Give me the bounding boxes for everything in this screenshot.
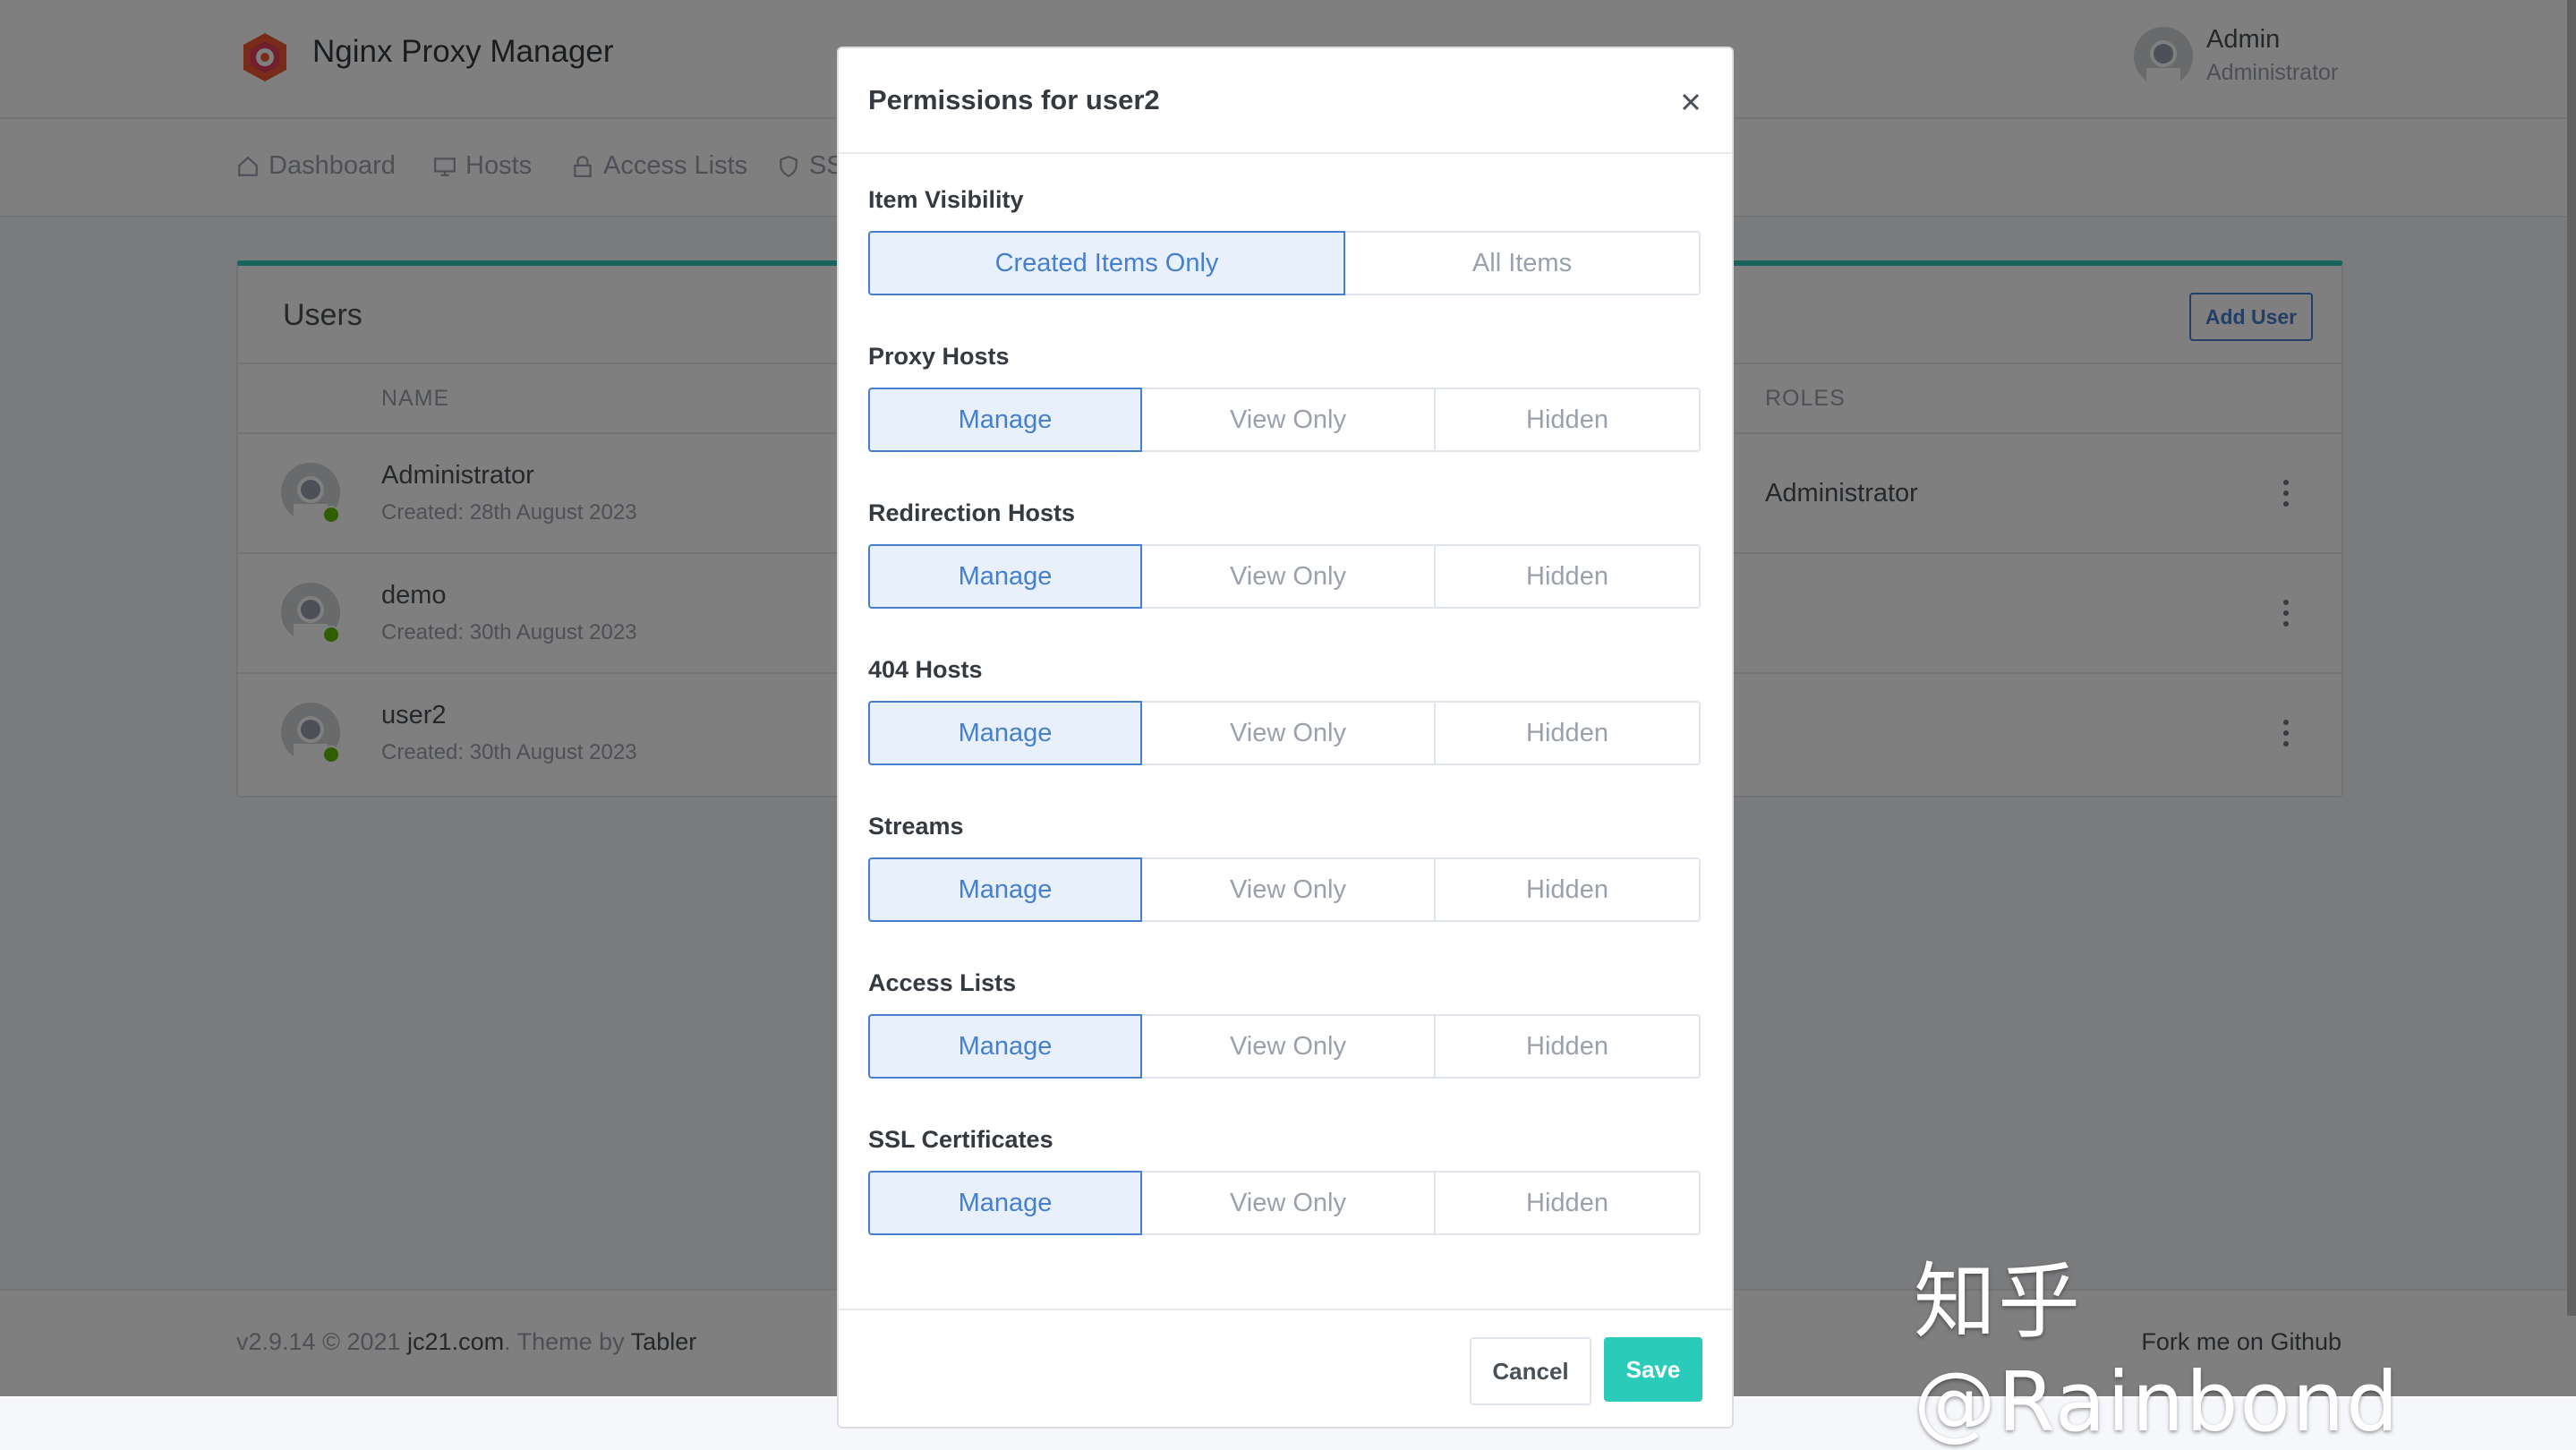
item-visibility-label: Item Visibility [868,186,1024,213]
ssl-certificates-label: SSL Certificates [868,1126,1053,1153]
manage-option[interactable]: Manage [868,388,1142,452]
page: Nginx Proxy Manager Admin Administrator … [0,0,2576,1450]
manage-option[interactable]: Manage [868,857,1142,922]
view-only-option[interactable]: View Only [1140,544,1436,609]
access-lists-label: Access Lists [868,969,1017,996]
ssl-certificates-selector: Manage View Only Hidden [868,1171,1701,1235]
view-only-option[interactable]: View Only [1140,857,1436,922]
close-button[interactable] [1675,86,1707,118]
404-hosts-selector: Manage View Only Hidden [868,701,1701,765]
view-only-option[interactable]: View Only [1140,1171,1436,1235]
redirection-hosts-selector: Manage View Only Hidden [868,544,1701,609]
streams-label: Streams [868,813,964,840]
modal-header: Permissions for user2 [839,48,1732,154]
hidden-option[interactable]: Hidden [1434,1171,1701,1235]
proxy-hosts-selector: Manage View Only Hidden [868,388,1701,452]
item-visibility-selector: Created Items Only All Items [868,231,1701,295]
manage-option[interactable]: Manage [868,701,1142,765]
hidden-option[interactable]: Hidden [1434,544,1701,609]
view-only-option[interactable]: View Only [1140,388,1436,452]
404-hosts-label: 404 Hosts [868,656,983,683]
modal-title: Permissions for user2 [868,84,1160,115]
hidden-option[interactable]: Hidden [1434,1014,1701,1079]
permissions-modal: Permissions for user2 Item Visibility Cr… [837,47,1734,1429]
hidden-option[interactable]: Hidden [1434,701,1701,765]
visibility-all-items-option[interactable]: All Items [1343,231,1701,295]
manage-option[interactable]: Manage [868,1014,1142,1079]
manage-option[interactable]: Manage [868,1171,1142,1235]
close-icon [1682,93,1700,111]
proxy-hosts-label: Proxy Hosts [868,343,1010,370]
cancel-button[interactable]: Cancel [1470,1337,1591,1405]
hidden-option[interactable]: Hidden [1434,388,1701,452]
view-only-option[interactable]: View Only [1140,701,1436,765]
redirection-hosts-label: Redirection Hosts [868,499,1076,526]
visibility-created-only-option[interactable]: Created Items Only [868,231,1345,295]
access-lists-selector: Manage View Only Hidden [868,1014,1701,1079]
view-only-option[interactable]: View Only [1140,1014,1436,1079]
save-button[interactable]: Save [1604,1337,1702,1402]
streams-selector: Manage View Only Hidden [868,857,1701,922]
modal-footer-divider [839,1309,1732,1310]
hidden-option[interactable]: Hidden [1434,857,1701,922]
watermark: 知乎 @Rainbond [1914,1254,2401,1450]
manage-option[interactable]: Manage [868,544,1142,609]
